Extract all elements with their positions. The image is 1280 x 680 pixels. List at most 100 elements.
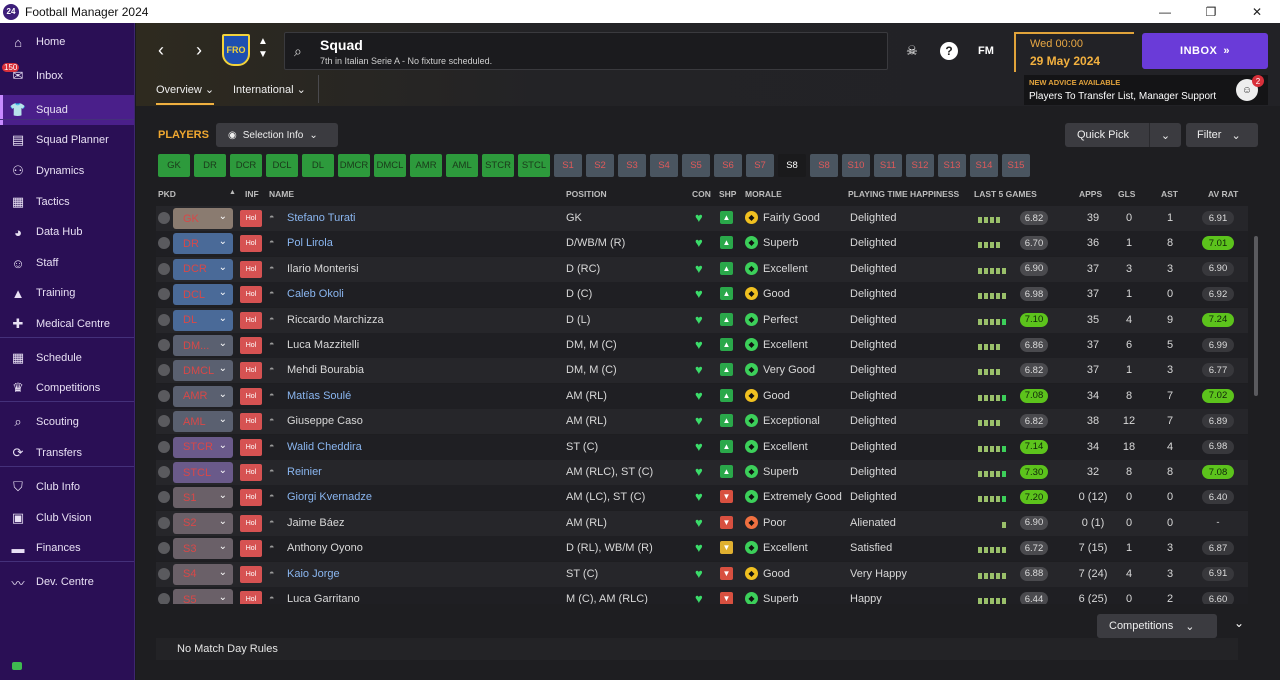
sidebar-item-transfers[interactable]: ⟳ Transfers [0,438,134,468]
position-dropdown[interactable]: S3 ⌄ [173,538,233,560]
position-chip-s13[interactable]: S13 [938,154,966,177]
table-row[interactable]: STCL ⌄ Hol ◓ Reinier AM (RLC), ST (C) ♥ ▲ ◆ Super… [156,460,1248,485]
position-chip-s12[interactable]: S12 [906,154,934,177]
position-dropdown[interactable]: DMCL ⌄ [173,360,233,382]
table-row[interactable]: DCR ⌄ Hol ◓ Ilario Monterisi D (RC) ♥ ▲ ◆ Excelle… [156,256,1248,282]
position-chip-s7[interactable]: S7 [746,154,774,177]
position-chip-dl[interactable]: DL [302,154,334,177]
col-playing-time[interactable]: PLAYING TIME HAPPINESS [848,189,959,199]
pick-toggle[interactable] [158,339,170,351]
position-chip-s3[interactable]: S3 [618,154,646,177]
sidebar-item-home[interactable]: ⌂ Home [0,27,134,57]
table-row[interactable]: S1 ⌄ Hol ◓ Giorgi Kvernadze AM (LC), ST (C) ♥ ▼… [156,485,1248,511]
position-chip-s11[interactable]: S11 [874,154,902,177]
col-gls[interactable]: GLS [1118,189,1135,199]
advice-banner[interactable]: NEW ADVICE AVAILABLE Players To Transfer… [1024,75,1268,105]
pick-toggle[interactable] [158,389,170,402]
player-name[interactable]: Giorgi Kvernadze [287,491,372,503]
position-dropdown[interactable]: GK ⌄ [173,208,233,229]
col-position[interactable]: POSITION [566,189,607,199]
table-row[interactable]: S3 ⌄ Hol ◓ Anthony Oyono D (RL), WB/M (R) ♥ ▼ ◆ E… [156,536,1248,562]
sidebar-item-dynamics[interactable]: ⚇ Dynamics [0,156,134,186]
position-chip-dcr[interactable]: DCR [230,154,262,177]
sidebar-item-inbox[interactable]: ✉ Inbox 150 [0,61,134,91]
pick-toggle[interactable] [158,288,170,301]
pick-toggle[interactable] [158,542,170,555]
collapse-chevron-icon[interactable]: ⌄ [1234,616,1244,630]
position-dropdown[interactable]: DR ⌄ [173,233,233,255]
position-dropdown[interactable]: DM... ⌄ [173,335,233,356]
filter-button[interactable]: Filter ⌄ [1186,123,1258,147]
tab-overview[interactable]: Overview ⌄ [156,83,215,105]
col-con[interactable]: CON [692,189,711,199]
player-name[interactable]: Kaio Jorge [287,568,340,580]
back-arrow-icon[interactable]: ‹ [150,39,172,61]
sidebar-item-club-vision[interactable]: ▣ Club Vision [0,503,134,533]
sidebar-item-squad[interactable]: 👕 Squad [0,95,134,125]
date-display[interactable]: Wed 00:00 29 May 2024 [1014,32,1134,72]
col-pkd[interactable]: PKD [158,189,176,199]
player-name[interactable]: Jaime Báez [287,517,344,529]
sidebar-item-staff[interactable]: ☺ Staff [0,248,134,278]
sidebar-item-data-hub[interactable]: ◕ Data Hub [0,217,134,247]
table-row[interactable]: DL ⌄ Hol ◓ Riccardo Marchizza D (L) ♥ ▲ ◆ Perfect… [156,307,1248,333]
position-chip-dr[interactable]: DR [194,154,226,177]
table-row[interactable]: DR ⌄ Hol ◓ Pol Lirola D/WB/M (R) ♥ ▲ ◆ Superb Deli… [156,231,1248,257]
col-name[interactable]: NAME [269,189,294,199]
table-row[interactable]: GK ⌄ Hol ◓ Stefano Turati GK ♥ ▲ ◆ Fairly Good Del… [156,206,1248,231]
table-row[interactable]: S5 ⌄ Hol ◓ Luca Garritano M (C), AM (RLC) ♥ ▼ ◆ S… [156,587,1248,604]
table-scrollbar[interactable] [1254,236,1258,396]
player-name[interactable]: Walid Cheddira [287,441,362,453]
sidebar-item-squad-planner[interactable]: ▤ Squad Planner [0,125,134,155]
sidebar-item-schedule[interactable]: ▦ Schedule [0,343,134,373]
table-row[interactable]: S2 ⌄ Hol ◓ Jaime Báez AM (RL) ♥ ▼ ◆ Poor Alienated… [156,510,1248,536]
col-shp[interactable]: SHP [719,189,736,199]
sidebar-item-scouting[interactable]: ⌕ Scouting [0,407,134,437]
chevron-down-icon[interactable]: ⌄ [1149,123,1181,147]
pick-toggle[interactable] [158,262,170,275]
sort-arrow-icon[interactable]: ▲ [229,189,236,196]
position-dropdown[interactable]: STCR ⌄ [173,436,233,458]
position-chip-s8[interactable]: S8 [778,154,806,177]
player-name[interactable]: Giuseppe Caso [287,415,363,427]
player-name[interactable]: Ilario Monterisi [287,263,359,275]
position-chip-aml[interactable]: AML [446,154,478,177]
position-dropdown[interactable]: S4 ⌄ [173,563,233,585]
selection-info-button[interactable]: ◉ Selection Info ⌄ [216,123,338,147]
maximize-button[interactable]: ❐ [1188,0,1234,23]
position-chip-s14[interactable]: S14 [970,154,998,177]
col-apps[interactable]: APPS [1079,189,1102,199]
position-chip-s5[interactable]: S5 [682,154,710,177]
position-chip-gk[interactable]: GK [158,154,190,177]
pick-toggle[interactable] [158,313,170,326]
position-dropdown[interactable]: DL ⌄ [173,309,233,331]
table-row[interactable]: DMCL ⌄ Hol ◓ Mehdi Bourabia DM, M (C) ♥ ▲ ◆ Very … [156,358,1248,384]
player-name[interactable]: Luca Garritano [287,593,360,604]
sidebar-item-finances[interactable]: ▬ Finances [0,533,134,563]
player-name[interactable]: Pol Lirola [287,237,333,249]
position-chip-s10[interactable]: S10 [842,154,870,177]
col-inf[interactable]: INF [245,189,259,199]
position-chip-s6[interactable]: S6 [714,154,742,177]
pick-toggle[interactable] [158,440,170,453]
table-row[interactable]: STCR ⌄ Hol ◓ Walid Cheddira ST (C) ♥ ▲ ◆ Excellen… [156,434,1248,460]
position-chip-dmcl[interactable]: DMCL [374,154,406,177]
status-icon[interactable] [12,662,22,670]
position-dropdown[interactable]: AMR ⌄ [173,385,233,407]
position-chip-amr[interactable]: AMR [410,154,442,177]
position-chip-s1[interactable]: S1 [554,154,582,177]
position-dropdown[interactable]: DCR ⌄ [173,258,233,280]
minimize-button[interactable]: — [1142,0,1188,23]
col-ast[interactable]: AST [1161,189,1178,199]
pick-toggle[interactable] [158,415,170,428]
player-name[interactable]: Reinier [287,466,322,478]
player-name[interactable]: Riccardo Marchizza [287,314,384,326]
sidebar-item-competitions[interactable]: ♛ Competitions [0,373,134,403]
pick-toggle[interactable] [158,364,170,377]
player-name[interactable]: Stefano Turati [287,212,356,224]
position-chip-dmcr[interactable]: DMCR [338,154,370,177]
pick-toggle[interactable] [158,491,170,504]
forward-arrow-icon[interactable]: › [188,39,210,61]
page-title-bar[interactable]: ⌕ Squad 7th in Italian Serie A - No fixt… [284,32,888,70]
inbox-button[interactable]: INBOX » [1142,33,1268,69]
